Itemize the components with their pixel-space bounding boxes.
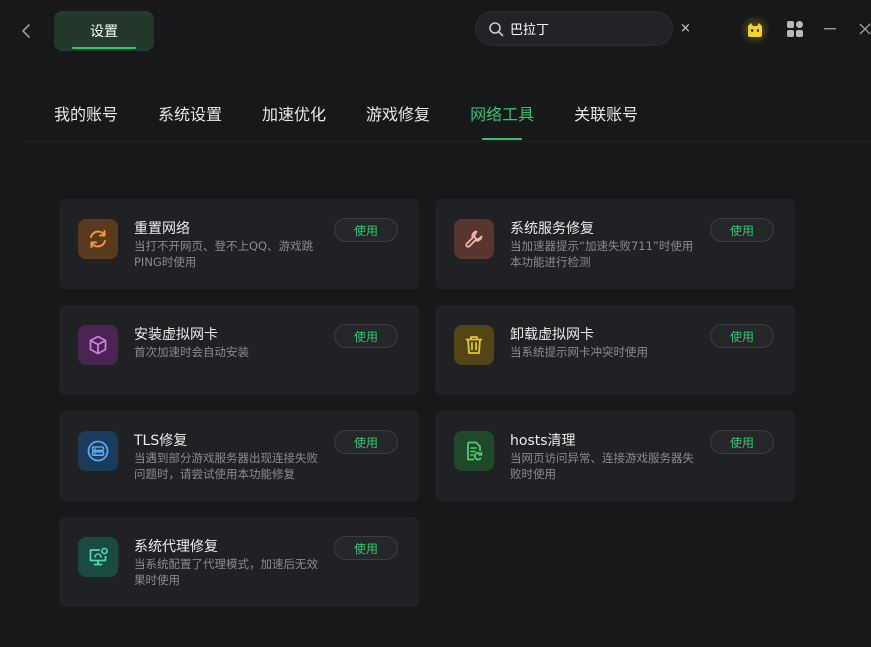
use-button[interactable]: 使用: [334, 536, 398, 560]
tool-card-system-proxy-repair: 系统代理修复 当系统配置了代理模式，加速后无效果时使用 使用: [59, 517, 419, 607]
tab-system-settings[interactable]: 系统设置: [158, 102, 222, 140]
tool-card-tls-repair: TLS修复 当遇到部分游戏服务器出现连接失败问题时，请尝试使用本功能修复 使用: [59, 411, 419, 501]
file-clean-icon: [467, 441, 483, 461]
tool-description: 当加速器提示“加速失败711”时使用本功能进行检测: [510, 239, 694, 269]
close-icon: [859, 23, 871, 35]
minimize-icon: [824, 28, 836, 30]
tool-icon-box: [78, 537, 118, 577]
settings-title-label: 设置: [90, 24, 118, 40]
tool-description: 当遇到部分游戏服务器出现连接失败问题时，请尝试使用本功能修复: [134, 451, 318, 481]
monitor-icon: [89, 547, 108, 566]
tool-icon-box: [454, 325, 494, 365]
tool-icon-box: [78, 219, 118, 259]
wrench-icon: [465, 230, 483, 248]
settings-tabs: 我的账号 系统设置 加速优化 游戏修复 网络工具 关联账号: [54, 102, 678, 140]
server-icon: [87, 440, 109, 462]
tool-icon-box: [454, 219, 494, 259]
back-button[interactable]: [16, 20, 36, 42]
tool-card-install-virtual-nic: 安装虚拟网卡 首次加速时会自动安装 使用: [59, 305, 419, 395]
tool-title: 卸载虚拟网卡: [510, 327, 594, 343]
tool-icon-box: [78, 325, 118, 365]
use-button[interactable]: 使用: [710, 430, 774, 454]
tab-network-tools[interactable]: 网络工具: [470, 102, 534, 140]
tool-icon-box: [78, 431, 118, 471]
tool-title: 系统代理修复: [134, 539, 218, 555]
chevron-left-icon: [22, 24, 30, 38]
use-button[interactable]: 使用: [334, 430, 398, 454]
refresh-icon: [90, 230, 106, 248]
tab-my-account[interactable]: 我的账号: [54, 102, 118, 140]
close-window-button[interactable]: [857, 20, 871, 38]
tool-description: 当系统提示网卡冲突时使用: [510, 345, 648, 359]
tool-card-reset-network: 重置网络 当打不开网页、登不上QQ、游戏跳PING时使用 使用: [59, 199, 419, 289]
tab-linked-accounts[interactable]: 关联账号: [574, 102, 638, 140]
avatar[interactable]: [740, 15, 770, 45]
search-input[interactable]: [510, 21, 680, 36]
tool-icon-box: [454, 431, 494, 471]
game-mascot-icon: [748, 23, 762, 37]
cube-icon: [89, 335, 107, 355]
tab-acceleration[interactable]: 加速优化: [262, 102, 326, 140]
minimize-button[interactable]: [822, 20, 838, 38]
tool-description: 当打不开网页、登不上QQ、游戏跳PING时使用: [134, 239, 314, 269]
tool-title: hosts清理: [510, 433, 576, 449]
active-tab-underline: [482, 138, 523, 140]
trash-icon: [465, 336, 483, 354]
apps-grid-icon[interactable]: [786, 20, 804, 38]
tool-description: 当系统配置了代理模式，加速后无效果时使用: [134, 557, 318, 587]
tab-game-repair[interactable]: 游戏修复: [366, 102, 430, 140]
search-box[interactable]: ×: [475, 11, 691, 46]
tool-card-uninstall-virtual-nic: 卸载虚拟网卡 当系统提示网卡冲突时使用 使用: [435, 305, 795, 395]
use-button[interactable]: 使用: [710, 324, 774, 348]
clear-search-button[interactable]: ×: [680, 20, 691, 36]
use-button[interactable]: 使用: [334, 324, 398, 348]
tool-card-system-service-repair: 系统服务修复 当加速器提示“加速失败711”时使用本功能进行检测 使用: [435, 199, 795, 289]
tool-title: TLS修复: [134, 433, 188, 449]
close-icon: ×: [680, 20, 691, 36]
settings-title-underline: [72, 47, 136, 49]
search-icon: [488, 20, 504, 38]
tool-title: 安装虚拟网卡: [134, 327, 218, 343]
tool-description: 首次加速时会自动安装: [134, 345, 249, 359]
tool-description: 当网页访问异常、连接游戏服务器失败时使用: [510, 451, 694, 481]
tool-card-hosts-clean: hosts清理 当网页访问异常、连接游戏服务器失败时使用 使用: [435, 411, 795, 501]
settings-title-tab[interactable]: 设置: [54, 11, 154, 51]
settings-window: 设置 ×: [0, 0, 871, 647]
tool-title: 重置网络: [134, 221, 190, 237]
use-button[interactable]: 使用: [710, 218, 774, 242]
use-button[interactable]: 使用: [334, 218, 398, 242]
tool-title: 系统服务修复: [510, 221, 594, 237]
tabs-divider: [24, 141, 871, 142]
